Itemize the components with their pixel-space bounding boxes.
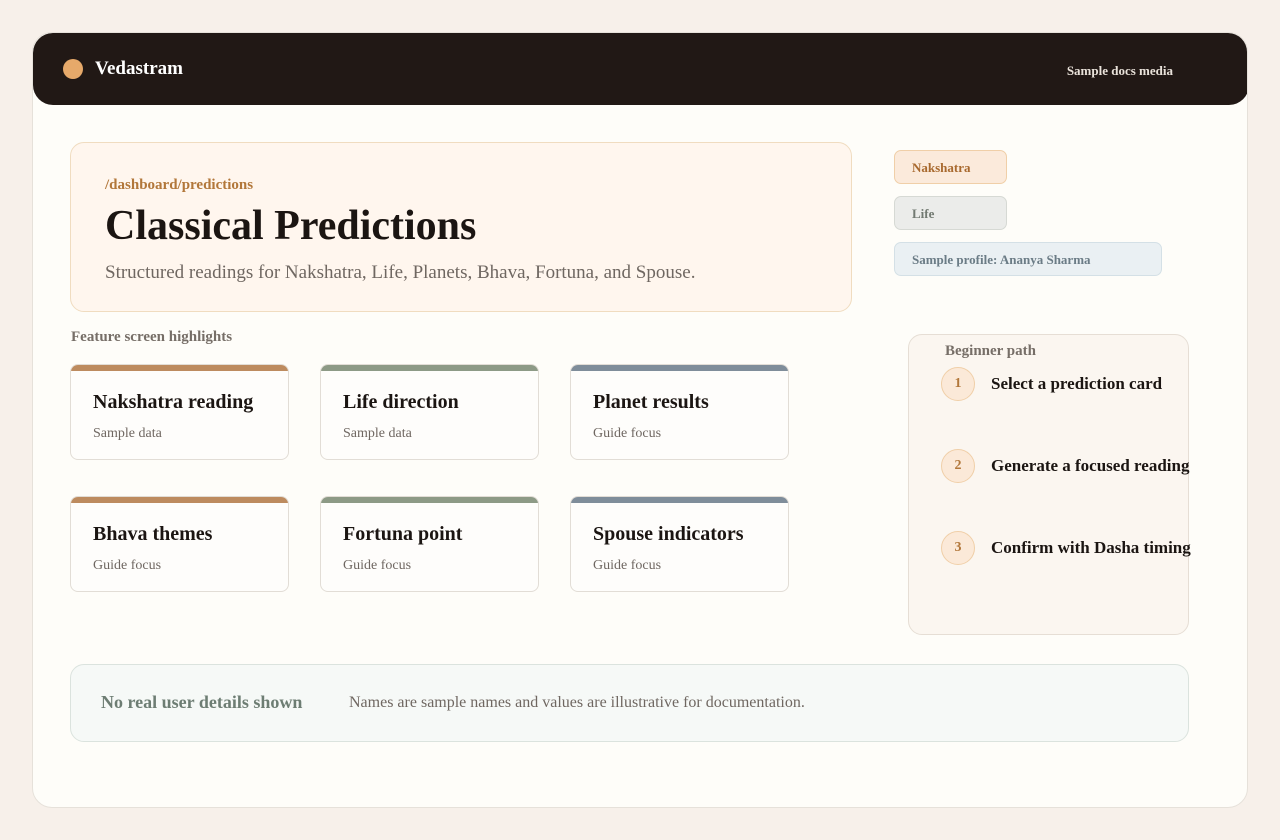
chip-nakshatra[interactable]: Nakshatra <box>894 150 1007 184</box>
card-accent-bar <box>71 365 288 371</box>
card-accent-bar <box>571 365 788 371</box>
beginner-path-label: Beginner path <box>945 343 1036 359</box>
notice-text: Names are sample names and values are il… <box>349 694 805 711</box>
card-title: Fortuna point <box>343 523 463 545</box>
step-number: 3 <box>941 531 975 565</box>
brand-name[interactable]: Vedastram <box>95 57 183 81</box>
step-text: Select a prediction card <box>991 374 1163 393</box>
section-label-highlights: Feature screen highlights <box>71 329 233 345</box>
card-title: Life direction <box>343 391 459 413</box>
step-number: 1 <box>941 367 975 401</box>
sample-docs-media-link[interactable]: Sample docs media <box>1067 63 1173 79</box>
card-subtitle: Guide focus <box>593 426 662 441</box>
card-subtitle: Guide focus <box>343 558 412 573</box>
step-text: Confirm with Dasha timing <box>991 538 1191 557</box>
breadcrumb-path: /dashboard/predictions <box>105 177 254 193</box>
privacy-notice: No real user details shown Names are sam… <box>70 664 1189 742</box>
card-title: Spouse indicators <box>593 523 744 545</box>
beginner-path-panel: Beginner path 1 Select a prediction card… <box>908 334 1191 635</box>
card-subtitle: Sample data <box>343 426 412 441</box>
page-subtitle: Structured readings for Nakshatra, Life,… <box>105 262 696 283</box>
feature-card-planets[interactable]: Planet results Guide focus <box>570 364 789 460</box>
step-text: Generate a focused reading <box>991 456 1190 475</box>
feature-card-fortuna[interactable]: Fortuna point Guide focus <box>320 496 539 592</box>
brand-logo-icon <box>63 59 83 79</box>
hero-panel: /dashboard/predictions Classical Predict… <box>70 142 852 312</box>
card-title: Nakshatra reading <box>93 391 254 413</box>
card-accent-bar <box>321 365 538 371</box>
card-accent-bar <box>571 497 788 503</box>
card-subtitle: Sample data <box>93 426 162 441</box>
feature-card-nakshatra[interactable]: Nakshatra reading Sample data <box>70 364 289 460</box>
chip-sample-profile[interactable]: Sample profile: Ananya Sharma <box>894 242 1162 276</box>
top-bar: Vedastram Sample docs media <box>33 33 1247 105</box>
card-subtitle: Guide focus <box>93 558 162 573</box>
card-title: Bhava themes <box>93 523 213 545</box>
app-frame: Vedastram Sample docs media /dashboard/p… <box>32 32 1248 808</box>
card-accent-bar <box>71 497 288 503</box>
page-title: Classical Predictions <box>105 203 477 249</box>
feature-card-life[interactable]: Life direction Sample data <box>320 364 539 460</box>
step-number: 2 <box>941 449 975 483</box>
chip-life[interactable]: Life <box>894 196 1007 230</box>
card-subtitle: Guide focus <box>593 558 662 573</box>
card-title: Planet results <box>593 391 709 413</box>
feature-card-spouse[interactable]: Spouse indicators Guide focus <box>570 496 789 592</box>
notice-title: No real user details shown <box>101 692 303 712</box>
card-accent-bar <box>321 497 538 503</box>
feature-card-bhava[interactable]: Bhava themes Guide focus <box>70 496 289 592</box>
